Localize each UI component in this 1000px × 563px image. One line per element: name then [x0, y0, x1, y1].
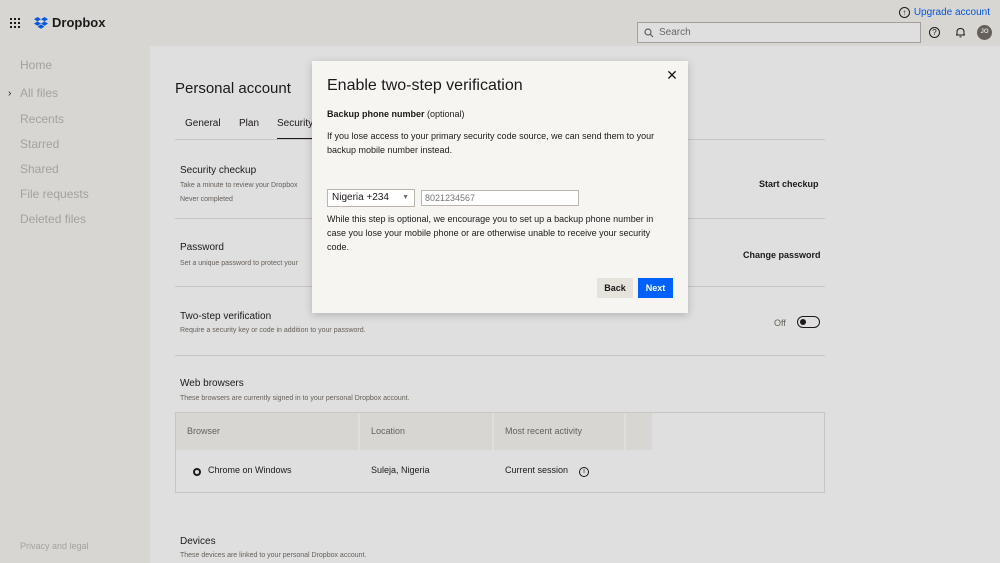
- modal-note-text: While this step is optional, we encourag…: [327, 214, 654, 252]
- modal-title: Enable two-step verification: [327, 77, 523, 94]
- modal-subtitle: Backup phone number (optional): [327, 109, 465, 119]
- close-icon[interactable]: ✕: [666, 68, 678, 82]
- next-button[interactable]: Next: [638, 278, 673, 298]
- modal-intro-text: If you lose access to your primary secur…: [327, 131, 655, 155]
- back-button[interactable]: Back: [597, 278, 633, 298]
- two-step-modal: ✕ Enable two-step verification Backup ph…: [312, 61, 688, 313]
- modal-subtitle-bold: Backup phone number: [327, 109, 425, 119]
- country-code-value: Nigeria +234: [332, 192, 389, 203]
- modal-subtitle-optional: (optional): [424, 109, 465, 119]
- chevron-down-icon: ▼: [402, 194, 409, 201]
- country-code-select[interactable]: Nigeria +234 ▼: [327, 189, 415, 207]
- phone-number-input[interactable]: [421, 190, 579, 206]
